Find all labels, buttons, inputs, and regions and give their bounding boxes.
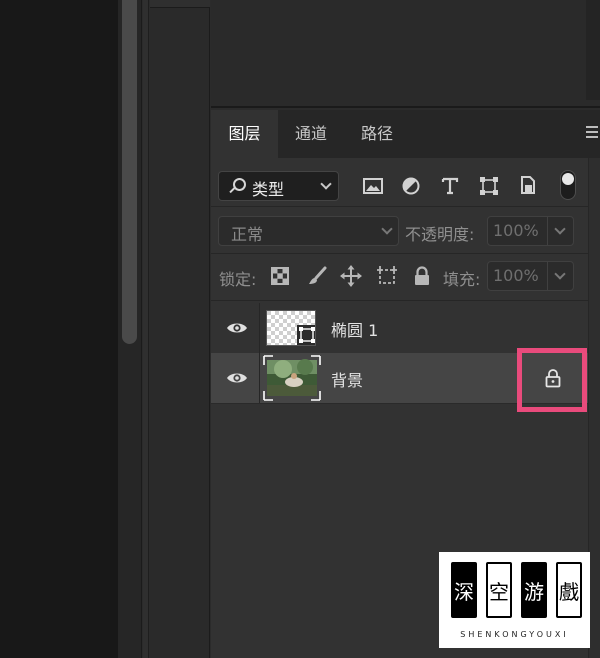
watermark-pinyin: SHENKONGYOUXI bbox=[460, 630, 569, 639]
upper-panel bbox=[211, 0, 600, 108]
layer-thumbnail-ellipse bbox=[266, 310, 316, 346]
chevron-down-icon bbox=[554, 223, 566, 235]
opacity-dropdown[interactable] bbox=[548, 216, 574, 246]
panel-tabs: 图层 通道 路径 bbox=[211, 110, 600, 158]
tab-layers[interactable]: 图层 bbox=[211, 110, 278, 158]
lock-label: 锁定: bbox=[219, 270, 257, 289]
layer-filter-select[interactable]: 类型 bbox=[218, 171, 339, 201]
layer-name-background[interactable]: 背景 bbox=[331, 367, 363, 391]
layer-thumbnail-background bbox=[263, 355, 321, 401]
lock-image-pixels-icon[interactable] bbox=[306, 265, 328, 287]
adjustment-filter-icon[interactable] bbox=[399, 175, 423, 197]
tab-channels[interactable]: 通道 bbox=[278, 110, 344, 158]
lock-transparent-pixels-icon[interactable] bbox=[269, 265, 291, 287]
fill-input[interactable]: 100% bbox=[487, 261, 548, 291]
watermark-char: 戲 bbox=[556, 562, 582, 618]
panel-divider bbox=[143, 0, 149, 658]
filter-toggle[interactable] bbox=[560, 170, 576, 200]
collapsed-panel-dock bbox=[150, 0, 210, 658]
lock-artboard-icon[interactable] bbox=[376, 265, 398, 287]
chevron-down-icon bbox=[381, 223, 393, 235]
blend-mode-select[interactable]: 正常 bbox=[218, 216, 399, 246]
search-icon bbox=[233, 178, 246, 191]
image-filter-icon[interactable] bbox=[361, 175, 385, 197]
opacity-label: 不透明度: bbox=[405, 225, 475, 244]
watermark-char: 游 bbox=[521, 562, 547, 618]
lock-position-icon[interactable] bbox=[340, 265, 362, 287]
upper-panel-scrollbar[interactable] bbox=[586, 0, 600, 100]
fill-label: 填充: bbox=[443, 270, 481, 289]
opacity-input[interactable]: 100% bbox=[487, 216, 548, 246]
type-filter-icon[interactable] bbox=[438, 175, 462, 197]
lock-all-icon[interactable] bbox=[411, 265, 433, 287]
chevron-down-icon bbox=[554, 268, 566, 280]
chevron-down-icon bbox=[320, 178, 332, 190]
shape-filter-icon[interactable] bbox=[477, 175, 501, 197]
panel-menu-icon[interactable] bbox=[586, 126, 600, 140]
eye-icon[interactable] bbox=[226, 320, 248, 339]
layer-filter-value: 类型 bbox=[252, 180, 285, 199]
layer-name-ellipse[interactable]: 椭圆 1 bbox=[331, 317, 378, 341]
fill-dropdown[interactable] bbox=[548, 261, 574, 291]
layer-row-ellipse[interactable]: 椭圆 1 bbox=[211, 303, 600, 353]
watermark-char: 深 bbox=[451, 562, 477, 618]
tab-paths[interactable]: 路径 bbox=[344, 110, 410, 158]
canvas-scrollbar-thumb[interactable] bbox=[122, 0, 137, 344]
smart-object-filter-icon[interactable] bbox=[516, 175, 540, 197]
canvas-area[interactable] bbox=[0, 0, 118, 658]
blend-mode-value: 正常 bbox=[231, 225, 264, 244]
canvas-scrollbar-track[interactable] bbox=[118, 0, 142, 658]
watermark-char: 空 bbox=[486, 562, 512, 618]
lock-highlight-box bbox=[517, 348, 587, 412]
watermark-logo: 深 空 游 戲 SHENKONGYOUXI bbox=[439, 552, 590, 648]
eye-icon[interactable] bbox=[226, 370, 248, 389]
